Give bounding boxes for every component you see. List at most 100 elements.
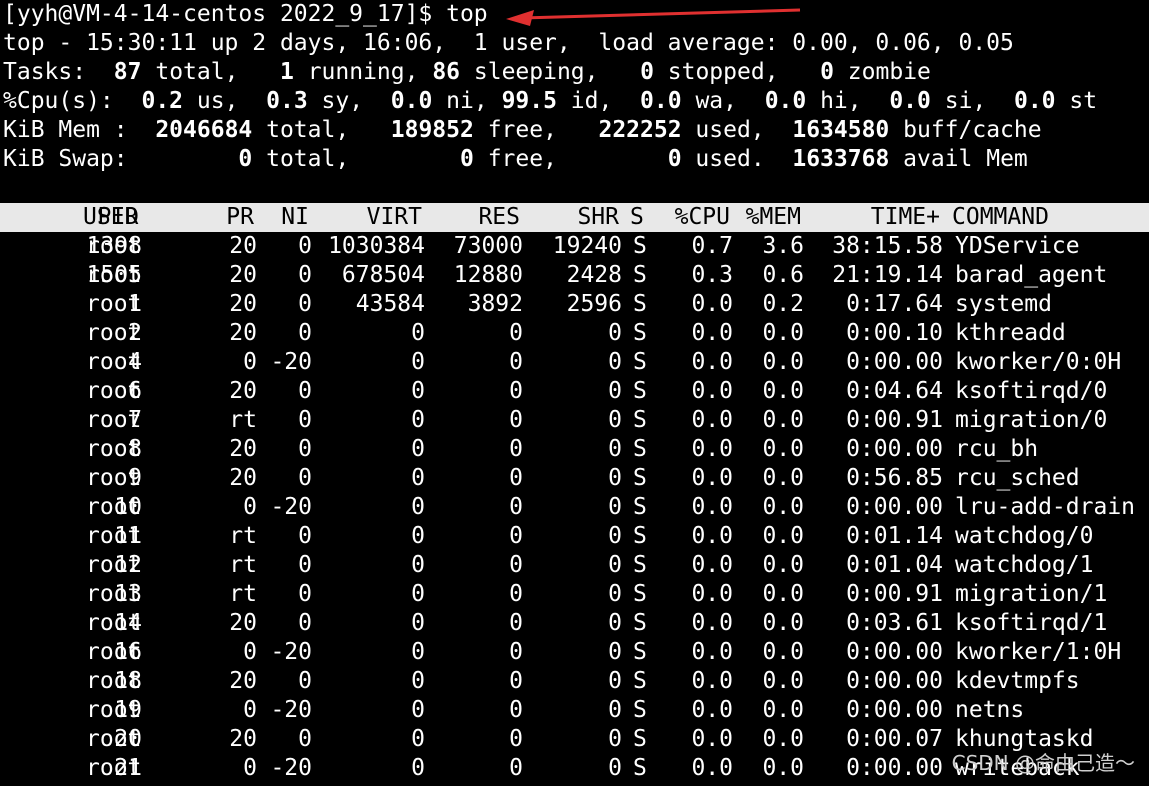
cell-shr: 0: [608, 726, 622, 752]
swap-line: KiB Swap: 0 total, 0 free, 0 used. 16337…: [3, 146, 1028, 172]
process-row: 18 root 20 0 0 0 0 S 0.0 0.0 0:00.00 kdevtmpfs: [3, 667, 1149, 696]
cell-time: 0:00.00: [846, 349, 943, 375]
process-row: 19 root 0 -20 0 0 0 S 0.0 0.0 0:00.00 netns: [3, 696, 1149, 725]
cell-virt: 43584: [355, 291, 425, 317]
cell-user: root: [86, 610, 142, 636]
cell-ni: -20: [270, 639, 312, 665]
process-row: 1 root 20 0 43584 3892 2596 S 0.0 0.2 0:17.64 syste…: [3, 290, 1149, 319]
cell-mem: 0.6: [762, 262, 804, 288]
cell-s: S: [633, 523, 647, 549]
cell-command: kworker/0:0H: [955, 349, 1122, 375]
cell-pr: rt: [229, 523, 257, 549]
cell-virt: 0: [411, 523, 425, 549]
column-header-user: USER: [83, 204, 139, 230]
cell-command: netns: [955, 697, 1025, 723]
cell-s: S: [633, 291, 647, 317]
cell-s: S: [633, 668, 647, 694]
cell-res: 0: [509, 755, 523, 781]
cell-cpu: 0.0: [691, 523, 733, 549]
cell-res: 12880: [453, 262, 523, 288]
cell-user: root: [86, 581, 142, 607]
column-header-command: COMMAND: [952, 204, 1049, 230]
cell-command: watchdog/1: [955, 552, 1094, 578]
cell-command: kthreadd: [955, 320, 1066, 346]
cell-user: root: [86, 552, 142, 578]
cell-cpu: 0.0: [691, 407, 733, 433]
cell-virt: 0: [411, 320, 425, 346]
cell-shr: 0: [608, 407, 622, 433]
process-row: 12 root rt 0 0 0 0 S 0.0 0.0 0:01.04 watchdog/1: [3, 551, 1149, 580]
cell-s: S: [633, 494, 647, 520]
cell-ni: -20: [270, 494, 312, 520]
cell-user: root: [86, 320, 142, 346]
cell-shr: 0: [608, 320, 622, 346]
cell-ni: 0: [298, 552, 312, 578]
cell-pr: 20: [229, 726, 257, 752]
cell-cpu: 0.0: [691, 726, 733, 752]
cell-command: ksoftirqd/0: [955, 378, 1108, 404]
cell-user: root: [86, 726, 142, 752]
cell-user: root: [86, 349, 142, 375]
cell-time: 0:00.10: [846, 320, 943, 346]
cell-res: 0: [509, 581, 523, 607]
cell-virt: 0: [411, 349, 425, 375]
cell-shr: 0: [608, 639, 622, 665]
cell-s: S: [633, 755, 647, 781]
cell-pr: rt: [229, 552, 257, 578]
terminal[interactable]: [yyh@VM-4-14-centos 2022_9_17]$ top top …: [0, 0, 1149, 783]
cell-cpu: 0.0: [691, 465, 733, 491]
process-row: 1505 root 20 0 678504 12880 2428 S 0.3 0.6 21:19.1…: [3, 261, 1149, 290]
cell-virt: 0: [411, 494, 425, 520]
cell-pr: 20: [229, 436, 257, 462]
cell-command: lru-add-drain: [955, 494, 1136, 520]
cell-shr: 0: [608, 668, 622, 694]
process-table-header: PID USER PR NI VIRT RES SHR S %CPU %MEM TIME+ COMMA…: [0, 203, 1149, 232]
cell-res: 0: [509, 465, 523, 491]
cell-pr: 20: [229, 320, 257, 346]
cell-cpu: 0.0: [691, 378, 733, 404]
cell-cpu: 0.0: [691, 349, 733, 375]
csdn-watermark: CSDN @命由己造～: [951, 751, 1135, 775]
cell-mem: 0.0: [762, 639, 804, 665]
cell-s: S: [633, 407, 647, 433]
cell-s: S: [633, 378, 647, 404]
cell-s: S: [633, 581, 647, 607]
cell-virt: 0: [411, 465, 425, 491]
cell-s: S: [633, 697, 647, 723]
cell-command: watchdog/0: [955, 523, 1094, 549]
cell-ni: -20: [270, 697, 312, 723]
mem-line: KiB Mem : 2046684 total, 189852 free, 22…: [3, 117, 1042, 143]
cell-mem: 0.2: [762, 291, 804, 317]
cell-mem: 0.0: [762, 407, 804, 433]
cell-time: 0:56.85: [846, 465, 943, 491]
cell-user: root: [86, 378, 142, 404]
cell-virt: 0: [411, 610, 425, 636]
cell-res: 0: [509, 407, 523, 433]
column-header-ni: NI: [281, 204, 309, 230]
cell-mem: 0.0: [762, 436, 804, 462]
cell-virt: 0: [411, 436, 425, 462]
process-row: 2 root 20 0 0 0 0 S 0.0 0.0 0:00.10 kthreadd: [3, 319, 1149, 348]
cell-ni: 0: [298, 407, 312, 433]
cell-mem: 0.0: [762, 668, 804, 694]
cell-shr: 2428: [566, 262, 622, 288]
cell-mem: 0.0: [762, 465, 804, 491]
cell-cpu: 0.0: [691, 291, 733, 317]
cell-command: barad_agent: [955, 262, 1108, 288]
cell-pr: 20: [229, 610, 257, 636]
cell-time: 38:15.58: [832, 233, 943, 259]
column-header-shr: SHR: [577, 204, 619, 230]
cell-cpu: 0.0: [691, 697, 733, 723]
cell-time: 0:00.00: [846, 639, 943, 665]
cell-s: S: [633, 465, 647, 491]
cell-shr: 0: [608, 523, 622, 549]
cell-shr: 0: [608, 552, 622, 578]
process-row: 16 root 0 -20 0 0 0 S 0.0 0.0 0:00.00 kworker/1:0H: [3, 638, 1149, 667]
cell-ni: 0: [298, 233, 312, 259]
cell-mem: 3.6: [762, 233, 804, 259]
cell-res: 73000: [453, 233, 523, 259]
cell-ni: 0: [298, 465, 312, 491]
cell-pr: 0: [243, 639, 257, 665]
cell-cpu: 0.3: [691, 262, 733, 288]
